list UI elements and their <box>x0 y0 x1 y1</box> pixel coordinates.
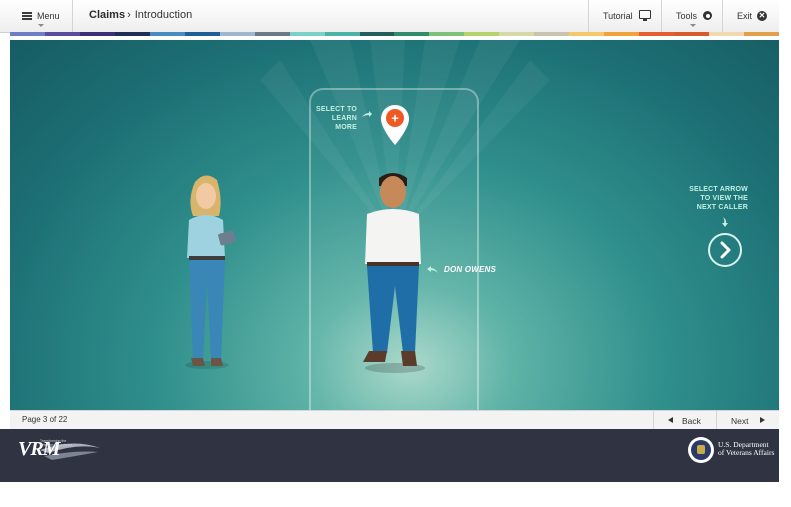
menu-caret-icon <box>38 24 44 27</box>
color-strip-segment <box>79 32 115 36</box>
back-button[interactable]: Back <box>653 411 717 430</box>
color-strip-segment <box>10 32 45 36</box>
menu-label: Menu <box>37 11 60 21</box>
color-strip-segment <box>184 32 220 36</box>
color-strip-segment <box>604 32 640 36</box>
color-strip-segment <box>114 32 150 36</box>
chevron-right-icon <box>720 241 731 259</box>
woman-character[interactable] <box>175 170 245 370</box>
tools-label: Tools <box>676 11 698 21</box>
va-line-2: of Veterans Affairs <box>718 448 775 457</box>
color-strip-segment <box>639 32 675 36</box>
color-strip-segment <box>429 32 465 36</box>
color-strip-segment <box>324 32 360 36</box>
next-caller-button[interactable] <box>708 233 742 267</box>
caller-name-label: DON OWENS <box>444 265 497 274</box>
brand-footer <box>0 429 779 482</box>
color-strip-segment <box>359 32 395 36</box>
hint-select-to-learn: Select to learn more <box>316 106 357 131</box>
next-triangle-icon <box>760 417 765 423</box>
color-strip-segment <box>709 32 745 36</box>
color-strip-segment <box>289 32 325 36</box>
hint-select-arrow: Select arrow to view the next caller <box>689 186 748 211</box>
back-label: Back <box>682 416 701 426</box>
page-indicator: Page 3 of 22 <box>22 415 68 424</box>
gear-icon <box>703 11 712 20</box>
tutorial-button[interactable]: Tutorial <box>588 0 662 32</box>
back-triangle-icon <box>668 417 673 423</box>
tools-button[interactable]: Tools <box>661 0 723 32</box>
arrow-back-icon <box>427 266 438 273</box>
menu-button[interactable]: Menu <box>0 0 73 32</box>
tools-caret-icon <box>690 24 696 27</box>
color-strip-segment <box>744 32 779 36</box>
color-strip-segment <box>534 32 570 36</box>
arrow-down-icon <box>722 217 728 227</box>
va-seal <box>688 437 714 463</box>
color-strip-segment <box>499 32 535 36</box>
color-strip-segment <box>254 32 290 36</box>
vrm-logo: VRM Transforming the Veterans Experience <box>18 436 102 466</box>
next-label: Next <box>731 416 749 426</box>
color-strip <box>10 32 779 36</box>
eagle-seal-icon <box>691 440 711 460</box>
next-button[interactable]: Next <box>716 411 780 430</box>
learn-more-pin[interactable]: + <box>380 104 410 146</box>
section-title: Introduction <box>134 9 193 21</box>
exit-button[interactable]: Exit ✕ <box>722 0 780 32</box>
tutorial-label: Tutorial <box>603 11 633 21</box>
breadcrumb: Claims › Introduction <box>89 9 192 21</box>
va-department-name: U.S. Department of Veterans Affairs <box>718 441 774 457</box>
color-strip-segment <box>44 32 80 36</box>
exit-label: Exit <box>737 11 753 21</box>
monitor-icon <box>639 10 651 21</box>
scene-stage: Select to learn more + DON OWENS Select … <box>10 40 779 410</box>
top-toolbar: Menu Claims › Introduction Tutorial Tools … <box>0 0 779 33</box>
color-strip-segment <box>464 32 500 36</box>
plus-glyph: + <box>391 111 399 126</box>
arrow-right-icon <box>362 111 372 117</box>
caller-character[interactable] <box>355 168 435 373</box>
breadcrumb-claims[interactable]: Claims <box>89 9 125 21</box>
close-icon: ✕ <box>757 11 767 21</box>
color-strip-segment <box>149 32 185 36</box>
hamburger-icon <box>22 12 32 20</box>
color-strip-segment <box>569 32 605 36</box>
map-pin-icon: + <box>381 105 409 145</box>
breadcrumb-separator: › <box>127 9 131 21</box>
color-strip-segment <box>219 32 255 36</box>
color-strip-segment <box>394 32 430 36</box>
vrm-tagline: Transforming the Veterans Experience <box>40 439 73 447</box>
color-strip-segment <box>674 32 710 36</box>
footer-navigation: Page 3 of 22 Back Next <box>10 410 779 430</box>
